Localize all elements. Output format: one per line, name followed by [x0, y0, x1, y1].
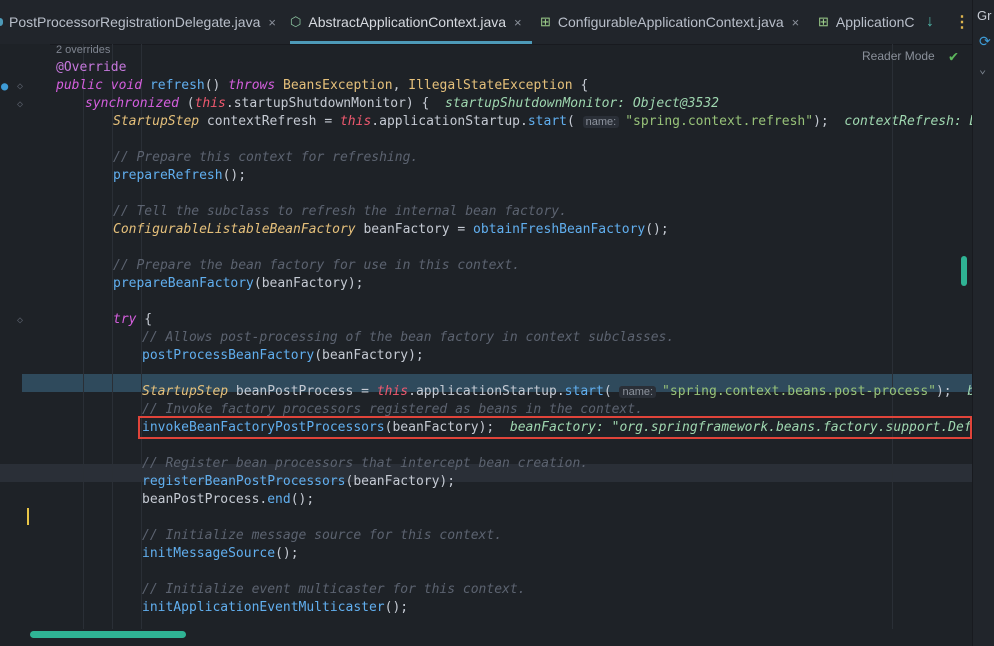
tab-label: AbstractApplicationContext.java [308, 14, 507, 30]
highlight-annotation-box [138, 416, 972, 439]
parameter-hint: name: [619, 386, 657, 398]
parameter-hint: name: [582, 116, 620, 128]
editor-tab-bar: PostProcessorRegistrationDelegate.java ×… [0, 0, 972, 45]
horizontal-scrollbar-thumb[interactable] [30, 631, 186, 638]
sync-icon[interactable]: ⟳ [979, 34, 991, 50]
gradle-label[interactable]: Gr [977, 8, 991, 23]
tab-applicationcontext[interactable]: ⊞ ApplicationC [818, 0, 928, 44]
reader-mode-button[interactable]: Reader Mode [862, 49, 935, 63]
close-icon[interactable]: × [792, 15, 800, 30]
tab-abstractapplicationcontext[interactable]: ⬡ AbstractApplicationContext.java × [290, 0, 532, 44]
interface-icon: ⊞ [818, 14, 829, 29]
inline-debug-value: beanPostPr [967, 384, 972, 399]
class-icon: ⬡ [290, 14, 302, 29]
more-options-icon[interactable]: ⋮ [954, 0, 970, 44]
tab-overflow-arrow-icon[interactable]: ↓ [926, 0, 934, 44]
vertical-scrollbar-thumb[interactable] [961, 256, 967, 286]
fold-marker-icon[interactable]: ◇ [17, 315, 23, 326]
fold-marker-icon[interactable]: ◇ [17, 99, 23, 110]
close-icon[interactable]: × [514, 15, 522, 30]
annotation: @Override [56, 60, 127, 75]
modified-indicator-icon [0, 18, 3, 26]
overrides-hint[interactable]: 2 overrides [56, 44, 110, 56]
tab-postprocessor[interactable]: PostProcessorRegistrationDelegate.java × [9, 0, 276, 44]
text-caret [27, 508, 29, 525]
tab-label: ConfigurableApplicationContext.java [557, 14, 784, 30]
inline-debug-value: contextRefresh: DefaultApp [844, 114, 972, 129]
tab-configurableapplicationcontext[interactable]: ⊞ ConfigurableApplicationContext.java × [540, 0, 799, 44]
inspection-ok-checkmark-icon[interactable]: ✔ [949, 47, 958, 65]
interface-icon: ⊞ [540, 14, 551, 29]
override-method-icon[interactable]: ● [1, 79, 8, 93]
tab-label: PostProcessorRegistrationDelegate.java [9, 14, 261, 30]
code-editor[interactable]: 2 overrides @Override public void refres… [0, 44, 972, 629]
fold-marker-icon[interactable]: ◇ [17, 81, 23, 92]
inline-debug-value: startupShutdownMonitor: Object@3532 [445, 96, 719, 111]
chevron-down-icon[interactable]: ⌄ [979, 62, 986, 76]
right-tool-strip: Gr ⟳ ⌄ [972, 0, 994, 646]
tab-label: ApplicationC [835, 14, 915, 30]
close-icon[interactable]: × [268, 15, 276, 30]
